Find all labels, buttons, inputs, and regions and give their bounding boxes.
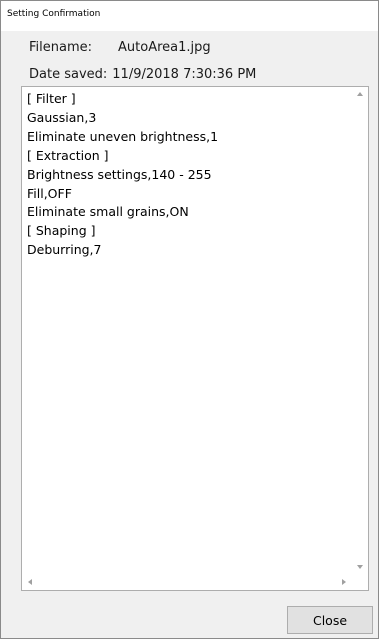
close-button[interactable]: Close xyxy=(287,606,373,634)
settings-line: [ Filter ] xyxy=(27,91,76,106)
vertical-scrollbar[interactable] xyxy=(352,87,368,574)
scroll-down-arrow-icon[interactable] xyxy=(357,565,363,569)
filename-row: Filename: AutoArea1.jpg xyxy=(29,40,211,55)
scroll-left-arrow-icon[interactable] xyxy=(28,579,32,585)
filename-label: Filename: xyxy=(29,40,93,55)
date-saved-row: Date saved: 11/9/2018 7:30:36 PM xyxy=(29,67,256,82)
scroll-right-arrow-icon[interactable] xyxy=(342,579,346,585)
settings-text-area[interactable]: [ Filter ] Gaussian,3 Eliminate uneven b… xyxy=(21,86,369,591)
settings-content: [ Filter ] Gaussian,3 Eliminate uneven b… xyxy=(27,90,350,574)
settings-line: [ Extraction ] xyxy=(27,147,109,163)
date-saved-label: Date saved: xyxy=(29,67,108,82)
settings-line: Gaussian,3 xyxy=(27,109,97,125)
horizontal-scrollbar[interactable] xyxy=(22,574,352,590)
title-bar[interactable]: Setting Confirmation xyxy=(1,1,378,31)
scrollbar-corner xyxy=(352,574,368,590)
window-title: Setting Confirmation xyxy=(7,9,101,19)
settings-line: Eliminate small grains,ON xyxy=(27,204,189,220)
setting-confirmation-dialog: Setting Confirmation Filename: AutoArea1.… xyxy=(0,0,379,639)
settings-line: Fill,OFF xyxy=(27,185,72,201)
settings-line: Eliminate uneven brightness,1 xyxy=(27,128,219,144)
settings-line: [ Shaping ] xyxy=(27,223,96,239)
filename-value: AutoArea1.jpg xyxy=(118,40,211,55)
settings-line: Brightness settings,140 - 255 xyxy=(27,166,212,182)
scroll-up-arrow-icon[interactable] xyxy=(357,92,363,96)
settings-line: Deburring,7 xyxy=(27,242,102,258)
date-saved-value: 11/9/2018 7:30:36 PM xyxy=(112,67,257,82)
